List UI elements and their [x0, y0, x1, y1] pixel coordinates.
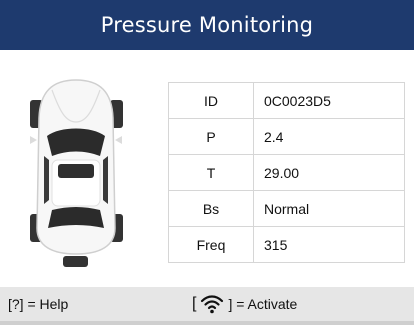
- footer-bar: [?] = Help [ ] = Activate: [0, 287, 414, 321]
- table-row: Bs Normal: [168, 190, 405, 227]
- title-bar: Pressure Monitoring: [0, 0, 414, 50]
- sensor-info-table: ID 0C0023D5 P 2.4 T 29.00 Bs Normal Freq…: [168, 82, 405, 263]
- row-key: Bs: [168, 190, 254, 227]
- wifi-signal-icon: [201, 295, 224, 314]
- table-row: T 29.00: [168, 154, 405, 191]
- row-key: Freq: [168, 226, 254, 263]
- row-key: T: [168, 154, 254, 191]
- table-row: P 2.4: [168, 118, 405, 155]
- activate-hint[interactable]: [ ] = Activate: [192, 293, 297, 315]
- row-value: 2.4: [253, 118, 405, 155]
- page-title: Pressure Monitoring: [100, 13, 314, 37]
- row-value: 0C0023D5: [253, 82, 405, 119]
- row-value: Normal: [253, 190, 405, 227]
- activate-open-bracket: [: [192, 295, 197, 312]
- car-top-view-icon: [30, 79, 123, 267]
- table-row: Freq 315: [168, 226, 405, 263]
- row-key: ID: [168, 82, 254, 119]
- row-key: P: [168, 118, 254, 155]
- footer-divider: [0, 321, 414, 325]
- help-hint[interactable]: [?] = Help: [8, 296, 68, 312]
- table-row: ID 0C0023D5: [168, 82, 405, 119]
- row-value: 315: [253, 226, 405, 263]
- row-value: 29.00: [253, 154, 405, 191]
- wheel-spare: [63, 256, 88, 267]
- activate-label: ] = Activate: [228, 296, 298, 312]
- center-indicator: [58, 164, 94, 178]
